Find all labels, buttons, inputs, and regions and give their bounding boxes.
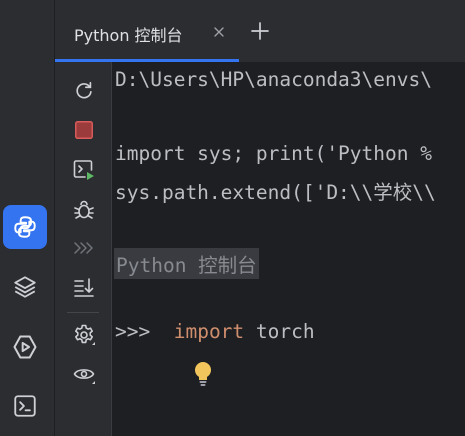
history-icon xyxy=(74,242,93,254)
settings-icon xyxy=(75,324,95,345)
services-icon xyxy=(13,335,37,359)
toolbar-separator xyxy=(67,312,99,313)
close-icon[interactable] xyxy=(210,23,228,41)
services-stripe-button[interactable] xyxy=(3,325,47,369)
input-text: torch xyxy=(244,320,315,343)
console-line: import sys; print('Python % xyxy=(115,142,432,165)
console-line: D:\Users\HP\anaconda3\envs\ xyxy=(115,68,432,91)
settings-button[interactable] xyxy=(69,320,99,350)
debug-icon xyxy=(74,200,94,219)
python-console-stripe-button[interactable] xyxy=(3,205,47,249)
console-header: Python 控制台 xyxy=(114,248,259,279)
tab-label: Python 控制台 xyxy=(74,26,183,45)
scroll-to-end-icon xyxy=(74,278,94,297)
console-tab-bar: Python 控制台 xyxy=(55,0,465,62)
stop-icon xyxy=(75,121,93,139)
tool-window-stripe xyxy=(0,0,55,436)
console-toolbar xyxy=(55,62,112,436)
rerun-icon xyxy=(76,81,92,99)
console-line: sys.path.extend(['D:\\学校\\ xyxy=(115,181,436,204)
console-output[interactable]: D:\Users\HP\anaconda3\envs\ import sys; … xyxy=(112,62,465,436)
variables-view-button[interactable] xyxy=(69,359,99,389)
input-keyword: import xyxy=(173,320,245,343)
scroll-to-end-button[interactable] xyxy=(69,272,99,302)
layers-icon xyxy=(14,276,36,298)
history-button[interactable] xyxy=(69,233,99,263)
terminal-stripe-button[interactable] xyxy=(3,384,47,428)
layers-stripe-button[interactable] xyxy=(3,265,47,309)
rerun-button[interactable] xyxy=(69,75,99,105)
debug-button[interactable] xyxy=(69,195,99,225)
variables-view-icon xyxy=(73,369,95,384)
run-selection-button[interactable] xyxy=(69,155,99,185)
console-input-line[interactable]: >>> import torch xyxy=(115,320,315,343)
lightbulb-icon[interactable] xyxy=(192,360,214,388)
tab-python-console[interactable]: Python 控制台 xyxy=(55,0,239,62)
terminal-icon xyxy=(14,395,36,417)
console-prompt: >>> xyxy=(115,320,151,343)
add-tab-icon[interactable] xyxy=(248,19,272,43)
python-console-icon xyxy=(14,216,36,238)
stop-button[interactable] xyxy=(69,115,99,145)
run-selection-icon xyxy=(73,160,94,180)
